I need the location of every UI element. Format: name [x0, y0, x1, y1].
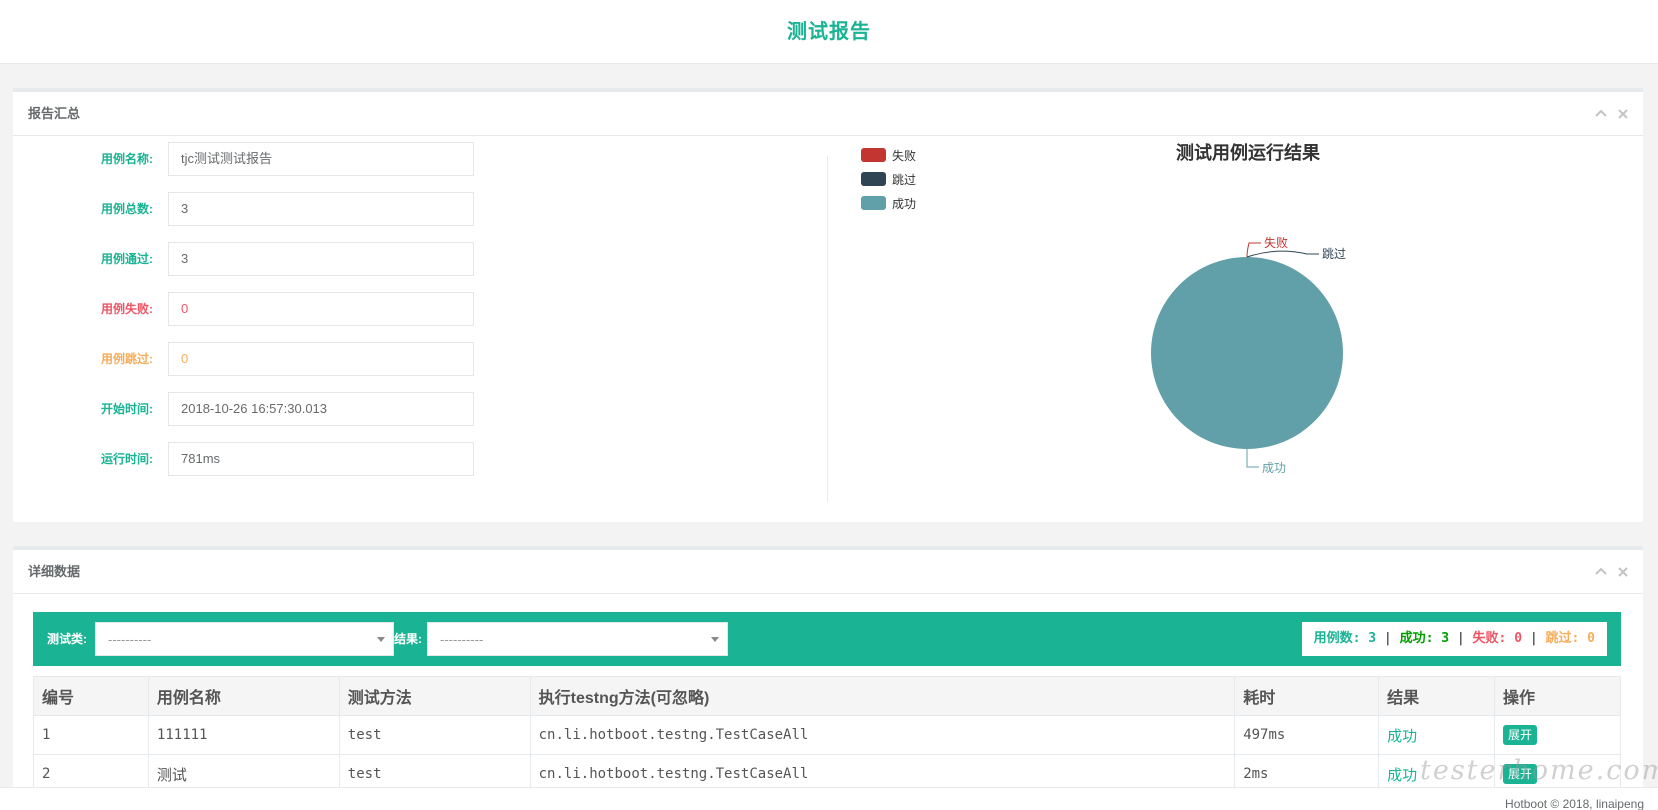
legend-label: 成功 — [892, 197, 916, 211]
legend-item[interactable]: 跳过 — [861, 172, 916, 187]
field-failed: 用例失败: 0 — [13, 292, 826, 326]
filter-result-value: ---------- — [440, 632, 484, 647]
summary-form: 用例名称: tjc测试测试报告 用例总数: 3 用例通过: 3 用例失败: 0 … — [13, 142, 826, 492]
close-icon[interactable] — [1617, 564, 1629, 578]
count-fail: 0 — [1514, 631, 1523, 646]
count-skip-label: 跳过: — [1545, 631, 1580, 646]
cell-id: 1 — [33, 715, 149, 755]
top-header: 测试报告 — [0, 0, 1658, 64]
footer-copyright: Hotboot © 2018, linaipeng — [1505, 797, 1644, 810]
field-label: 开始时间: — [101, 402, 153, 416]
chevron-up-icon[interactable] — [1595, 564, 1607, 578]
field-skipped: 用例跳过: 0 — [13, 342, 826, 376]
chart-title: 测试用例运行结果 — [1176, 142, 1321, 163]
col-header-name[interactable]: 用例名称 — [147, 676, 340, 716]
count-total: 3 — [1368, 631, 1377, 646]
field-label: 用例失败: — [101, 302, 153, 316]
legend-swatch — [861, 172, 886, 186]
pie-slices — [1151, 257, 1343, 449]
pie-slice-label: 失败 — [1264, 235, 1288, 250]
count-summary: 用例数: 3 | 成功: 3 | 失败: 0 | 跳过: 0 — [1301, 622, 1607, 656]
summary-panel: 报告汇总 用例名称: tjc测试测试报告 用例总数: 3 用例通过: 3 用例失… — [13, 88, 1643, 522]
cell-method: test — [338, 715, 531, 755]
table-row: 1 111111 test cn.li.hotboot.testng.TestC… — [33, 715, 1621, 755]
chevron-down-icon — [711, 637, 719, 642]
run-time-field[interactable]: 781ms — [168, 442, 474, 476]
chevron-up-icon[interactable] — [1595, 106, 1607, 120]
filter-class-select[interactable]: ---------- — [95, 622, 394, 656]
legend-label: 跳过 — [892, 173, 916, 187]
count-separator: | — [1529, 631, 1538, 646]
legend-swatch — [861, 148, 886, 162]
skipped-field[interactable]: 0 — [168, 342, 474, 376]
summary-panel-header: 报告汇总 — [13, 92, 1643, 136]
col-header-id[interactable]: 编号 — [33, 676, 149, 716]
count-success-label: 成功: — [1399, 631, 1434, 646]
field-passed: 用例通过: 3 — [13, 242, 826, 276]
chevron-down-icon — [377, 637, 385, 642]
pie-chart: 失败跳过成功 测试用例运行结果 失败跳过成功 — [861, 142, 1346, 475]
field-label: 运行时间: — [101, 452, 153, 466]
count-skip: 0 — [1587, 631, 1595, 646]
cell-result: 成功 — [1378, 715, 1496, 755]
page-footer: Hotboot © 2018, linaipeng — [0, 787, 1658, 810]
detail-panel-tools — [1595, 564, 1629, 578]
field-total: 用例总数: 3 — [13, 192, 826, 226]
label-leader-line — [1246, 449, 1259, 468]
case-name-field[interactable]: tjc测试测试报告 — [168, 142, 474, 176]
expand-button[interactable]: 展开 — [1503, 725, 1538, 745]
pie-slice[interactable] — [1151, 257, 1343, 449]
field-case-name: 用例名称: tjc测试测试报告 — [13, 142, 826, 176]
detail-panel: 详细数据 测试类: ---------- 结果: ---------- 用例数:… — [13, 546, 1643, 810]
field-label: 用例跳过: — [101, 352, 153, 366]
filter-result-label: 结果: — [394, 632, 422, 646]
cell-testng: cn.li.hotboot.testng.TestCaseAll — [529, 715, 1236, 755]
col-header-time[interactable]: 耗时 — [1234, 676, 1380, 716]
filter-result-select[interactable]: ---------- — [427, 622, 728, 656]
chart-legend: 失败跳过成功 — [861, 148, 916, 211]
detail-panel-title: 详细数据 — [28, 564, 81, 579]
legend-swatch — [861, 196, 886, 210]
filter-class-value: ---------- — [108, 632, 152, 647]
legend-label: 失败 — [892, 148, 916, 163]
count-fail-label: 失败: — [1472, 631, 1507, 646]
watermark-text: testerhome.com — [1420, 755, 1658, 786]
count-success: 3 — [1441, 631, 1450, 646]
summary-panel-title: 报告汇总 — [28, 106, 81, 121]
legend-item[interactable]: 成功 — [861, 196, 916, 211]
cell-time: 497ms — [1234, 715, 1380, 755]
count-total-label: 用例数: — [1313, 631, 1361, 646]
filter-toolbar: 测试类: ---------- 结果: ---------- 用例数: 3 | … — [33, 612, 1621, 666]
field-label: 用例通过: — [101, 252, 153, 266]
legend-item[interactable]: 失败 — [861, 148, 916, 163]
filter-class-label: 测试类: — [47, 632, 87, 646]
col-header-result[interactable]: 结果 — [1378, 676, 1496, 716]
detail-panel-header: 详细数据 — [13, 550, 1643, 594]
cell-name: 111111 — [147, 715, 340, 755]
total-field[interactable]: 3 — [168, 192, 474, 226]
passed-field[interactable]: 3 — [168, 242, 474, 276]
start-time-field[interactable]: 2018-10-26 16:57:30.013 — [168, 392, 474, 426]
col-header-testng[interactable]: 执行testng方法(可忽略) — [529, 676, 1236, 716]
pie-slice-label: 跳过 — [1322, 247, 1346, 261]
cell-action: 展开 — [1494, 715, 1621, 755]
results-table: 编号 用例名称 测试方法 执行testng方法(可忽略) 耗时 结果 操作 1 … — [33, 676, 1621, 794]
field-label: 用例名称: — [101, 152, 153, 166]
failed-field[interactable]: 0 — [168, 292, 474, 326]
pie-chart-area: 失败 跳过 成功 测试用例运行结果 失败 跳过 成功 — [828, 142, 1628, 512]
close-icon[interactable] — [1617, 106, 1629, 120]
field-start-time: 开始时间: 2018-10-26 16:57:30.013 — [13, 392, 826, 426]
label-leader-line — [1246, 250, 1319, 258]
count-separator: | — [1383, 631, 1392, 646]
col-header-action: 操作 — [1494, 676, 1621, 716]
col-header-method[interactable]: 测试方法 — [338, 676, 531, 716]
summary-panel-tools — [1595, 106, 1629, 120]
field-label: 用例总数: — [101, 202, 153, 216]
field-run-time: 运行时间: 781ms — [13, 442, 826, 476]
page-title: 测试报告 — [787, 21, 871, 43]
table-header-row: 编号 用例名称 测试方法 执行testng方法(可忽略) 耗时 结果 操作 — [33, 676, 1621, 716]
count-separator: | — [1456, 631, 1465, 646]
pie-slice-label: 成功 — [1262, 461, 1286, 475]
